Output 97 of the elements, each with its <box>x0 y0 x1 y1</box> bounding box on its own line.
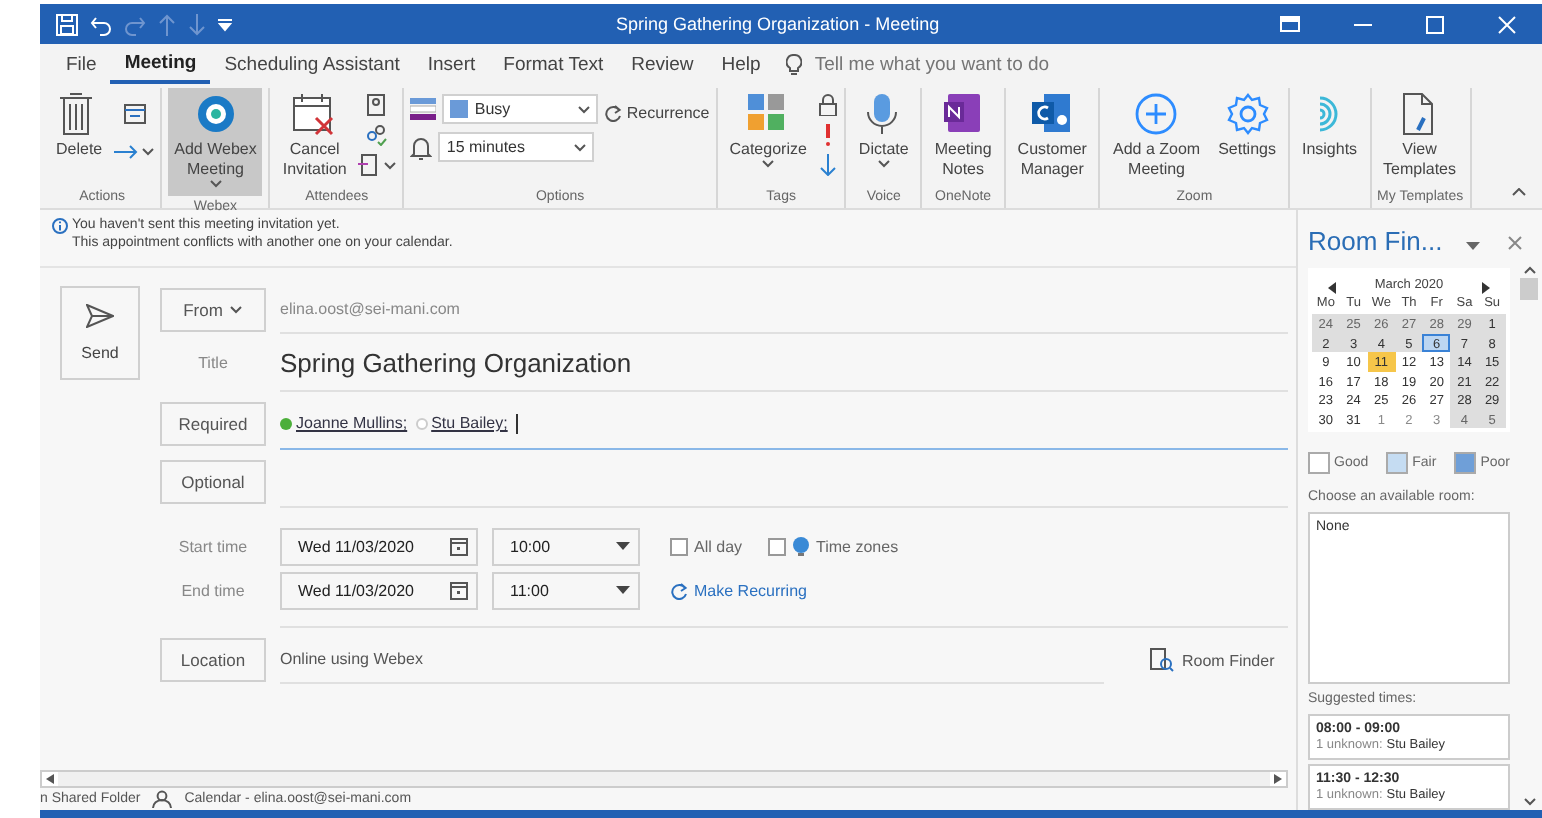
refresh-icon <box>670 581 688 599</box>
ribbon-button[interactable]: Categorize <box>723 88 813 182</box>
reminder-dropdown[interactable]: 15 minutes <box>438 132 595 162</box>
info-icon <box>52 218 68 234</box>
search-field[interactable]: Tell me what you want to do <box>814 53 1115 75</box>
next-month-icon[interactable] <box>1481 281 1490 293</box>
ribbon-tab[interactable]: Review <box>617 47 708 81</box>
ribbon-button[interactable]: Settings <box>1212 88 1282 182</box>
room-search-icon <box>1150 648 1174 672</box>
caret-icon <box>578 105 591 113</box>
caret-icon <box>762 160 775 168</box>
people-check-icon[interactable] <box>366 124 389 146</box>
field-label: End time <box>179 581 247 599</box>
plus-circle-icon <box>1134 92 1179 136</box>
attendee-field[interactable]: Joanne Mullins; Stu Bailey; <box>280 398 1288 450</box>
webex-logo-icon <box>193 92 238 136</box>
collapse-icon[interactable] <box>1512 188 1526 196</box>
location-button[interactable]: Location <box>160 638 266 682</box>
down-arrow-icon[interactable] <box>818 154 839 176</box>
ribbon-button[interactable]: Add Webex Meeting <box>168 88 263 196</box>
send-icon <box>86 304 114 328</box>
ribbon-display-icon[interactable] <box>1280 16 1300 32</box>
location-field[interactable]: Online using Webex <box>280 636 1104 684</box>
ribbon-tab[interactable]: File <box>52 47 111 81</box>
calendar-icon[interactable] <box>450 581 468 599</box>
ribbon-tab[interactable]: Help <box>707 47 775 81</box>
date-field[interactable]: Wed 11/03/2020 <box>280 527 478 565</box>
checkbox[interactable]: Time zones <box>768 536 899 556</box>
caret-icon <box>384 161 397 169</box>
ribbon-button[interactable]: Add a Zoom Meeting <box>1106 88 1207 184</box>
ribbon-tab[interactable]: Insert <box>413 47 490 81</box>
dropdown-arrow-icon[interactable] <box>1466 241 1481 249</box>
dropdown-arrow-icon <box>616 542 630 550</box>
settings-icon <box>1225 92 1270 136</box>
scroll-up-icon[interactable] <box>1523 266 1535 274</box>
address-book-icon[interactable] <box>366 94 389 116</box>
time-dropdown[interactable]: 11:00 <box>492 571 640 609</box>
field-label: Start time <box>176 537 250 555</box>
scroll-down-icon[interactable] <box>1523 798 1535 806</box>
customize-icon[interactable] <box>218 17 232 31</box>
contact-list-icon[interactable] <box>358 154 381 176</box>
refresh-icon <box>604 104 623 122</box>
forward-arrow-icon[interactable] <box>114 144 139 160</box>
contact-card-icon <box>1030 92 1075 136</box>
field-label: Title <box>196 354 230 372</box>
room-finder-button[interactable]: Room Finder <box>1138 646 1287 674</box>
make-recurring-link[interactable]: Make Recurring <box>670 581 807 599</box>
optional-button[interactable]: Optional <box>160 460 266 504</box>
save-icon[interactable] <box>56 13 78 35</box>
attendee-name[interactable]: Joanne Mullins; <box>296 414 408 432</box>
radar-arc-icon <box>1318 96 1341 132</box>
dropdown-arrow-icon <box>616 586 630 594</box>
ribbon-button[interactable]: Customer Manager <box>1011 88 1093 184</box>
close-icon[interactable] <box>1508 235 1523 249</box>
calendar-cross-icon <box>292 92 337 136</box>
date-field[interactable]: Wed 11/03/2020 <box>280 571 478 609</box>
minimize-icon[interactable] <box>1353 23 1371 25</box>
lock-icon[interactable] <box>818 94 839 116</box>
ribbon-button[interactable]: Delete <box>50 88 109 182</box>
ribbon-tab[interactable]: Format Text <box>489 47 618 81</box>
caret-icon <box>230 306 243 314</box>
window-title: Spring Gathering Organization - Meeting <box>616 14 942 34</box>
notebook-icon <box>941 92 986 136</box>
busy-status-icon <box>410 96 437 122</box>
globe-icon <box>792 536 811 556</box>
show-as-dropdown[interactable]: Busy <box>442 94 599 124</box>
bell-icon <box>410 135 433 159</box>
time-dropdown[interactable]: 10:00 <box>492 527 640 565</box>
required-button[interactable]: Required <box>160 402 266 446</box>
send-button[interactable]: Send <box>60 286 140 380</box>
ribbon-button[interactable]: View Templates <box>1377 88 1463 184</box>
previous-month-icon[interactable] <box>1328 281 1336 293</box>
attendee-name[interactable]: Stu Bailey; <box>431 414 508 432</box>
left-arrow-icon[interactable] <box>46 774 54 784</box>
ribbon-button[interactable]: Dictate <box>852 88 915 182</box>
right-arrow-icon[interactable] <box>1274 774 1282 784</box>
calendar-icon[interactable] <box>123 104 146 124</box>
caret-icon <box>877 160 890 168</box>
ribbon-button[interactable]: Meeting Notes <box>928 88 998 184</box>
ribbon-button[interactable]: Insights <box>1295 88 1364 182</box>
undo-icon[interactable] <box>90 13 112 35</box>
caret-icon <box>209 180 222 188</box>
lightbulb-icon <box>786 53 803 75</box>
pane-title: Room Fin... <box>1308 225 1443 255</box>
ribbon-tab[interactable]: Scheduling Assistant <box>210 47 414 81</box>
title-field[interactable]: Spring Gathering Organization <box>280 334 1288 392</box>
ribbon-button[interactable]: Cancel Invitation <box>276 88 353 184</box>
recurrence-button[interactable]: Recurrence <box>604 104 710 122</box>
calendar-icon[interactable] <box>450 537 468 555</box>
caret-icon <box>574 143 587 151</box>
from-button[interactable]: From <box>160 288 266 332</box>
horizontal-scrollbar[interactable] <box>40 770 1288 788</box>
scroll-thumb[interactable] <box>1520 278 1538 300</box>
caret-icon <box>142 148 155 156</box>
people-icon <box>152 790 173 808</box>
checkbox[interactable]: All day <box>670 537 743 555</box>
maximize-icon[interactable] <box>1425 15 1443 33</box>
